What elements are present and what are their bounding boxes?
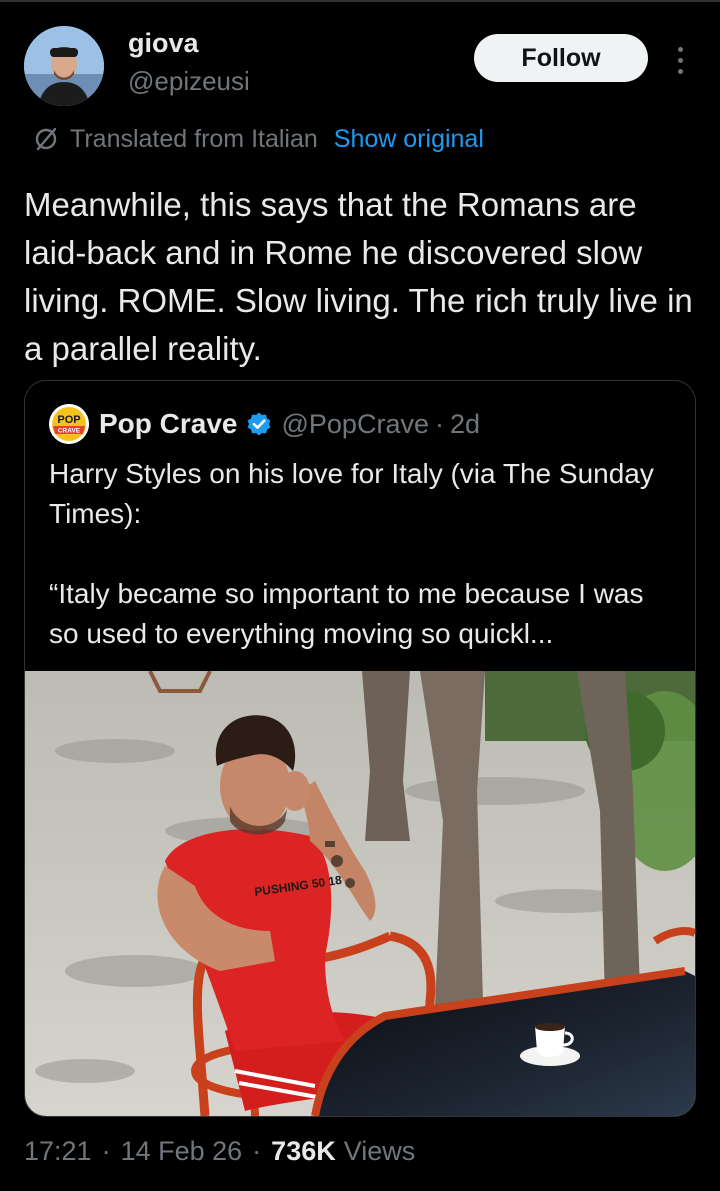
svg-text:CRAVE: CRAVE	[58, 428, 81, 435]
meta-separator: ·	[252, 1135, 262, 1166]
verified-badge-icon	[247, 412, 270, 436]
views-count: 736K	[271, 1135, 336, 1166]
meta-separator: ·	[101, 1135, 111, 1166]
show-original-link[interactable]: Show original	[334, 125, 484, 154]
tweet-meta: 17:21 · 14 Feb 26 · 736K Views	[24, 1132, 415, 1170]
top-divider	[0, 0, 720, 2]
quote-header: POP CRAVE Pop Crave @PopCrave · 2d	[49, 404, 480, 444]
author-avatar[interactable]	[24, 26, 104, 106]
svg-text:POP: POP	[57, 414, 80, 426]
tweet-time[interactable]: 17:21	[24, 1136, 92, 1167]
quote-avatar[interactable]: POP CRAVE	[49, 404, 89, 444]
tweet-date[interactable]: 14 Feb 26	[121, 1136, 243, 1167]
author-display-name[interactable]: giova	[128, 28, 199, 59]
quote-text: Harry Styles on his love for Italy (via …	[49, 454, 679, 654]
translate-icon	[35, 127, 57, 151]
avatar-photo	[24, 26, 104, 106]
quote-separator: ·	[434, 408, 444, 439]
quote-text-line1: Harry Styles on his love for Italy (via …	[49, 458, 654, 529]
quote-text-line2: “Italy became so important to me because…	[49, 578, 644, 649]
tweet-text: Meanwhile, this says that the Romans are…	[24, 186, 693, 367]
views-label: Views	[343, 1135, 416, 1166]
translated-label: Translated from Italian	[70, 124, 318, 153]
author-handle[interactable]: @epizeusi	[128, 66, 250, 97]
follow-button[interactable]: Follow	[474, 34, 648, 82]
quote-author-handle[interactable]: @PopCrave	[282, 409, 429, 440]
quote-timestamp[interactable]: 2d	[450, 409, 480, 440]
quote-author-name[interactable]: Pop Crave	[99, 408, 238, 440]
more-options-icon[interactable]	[668, 40, 692, 80]
popcrave-logo-icon: POP CRAVE	[49, 404, 89, 444]
quoted-tweet-card[interactable]: POP CRAVE Pop Crave @PopCrave · 2d Harry…	[24, 380, 696, 1117]
quote-photo[interactable]: PUSHING 50 18	[25, 671, 695, 1116]
translation-row: Translated from Italian Show original	[32, 122, 484, 156]
